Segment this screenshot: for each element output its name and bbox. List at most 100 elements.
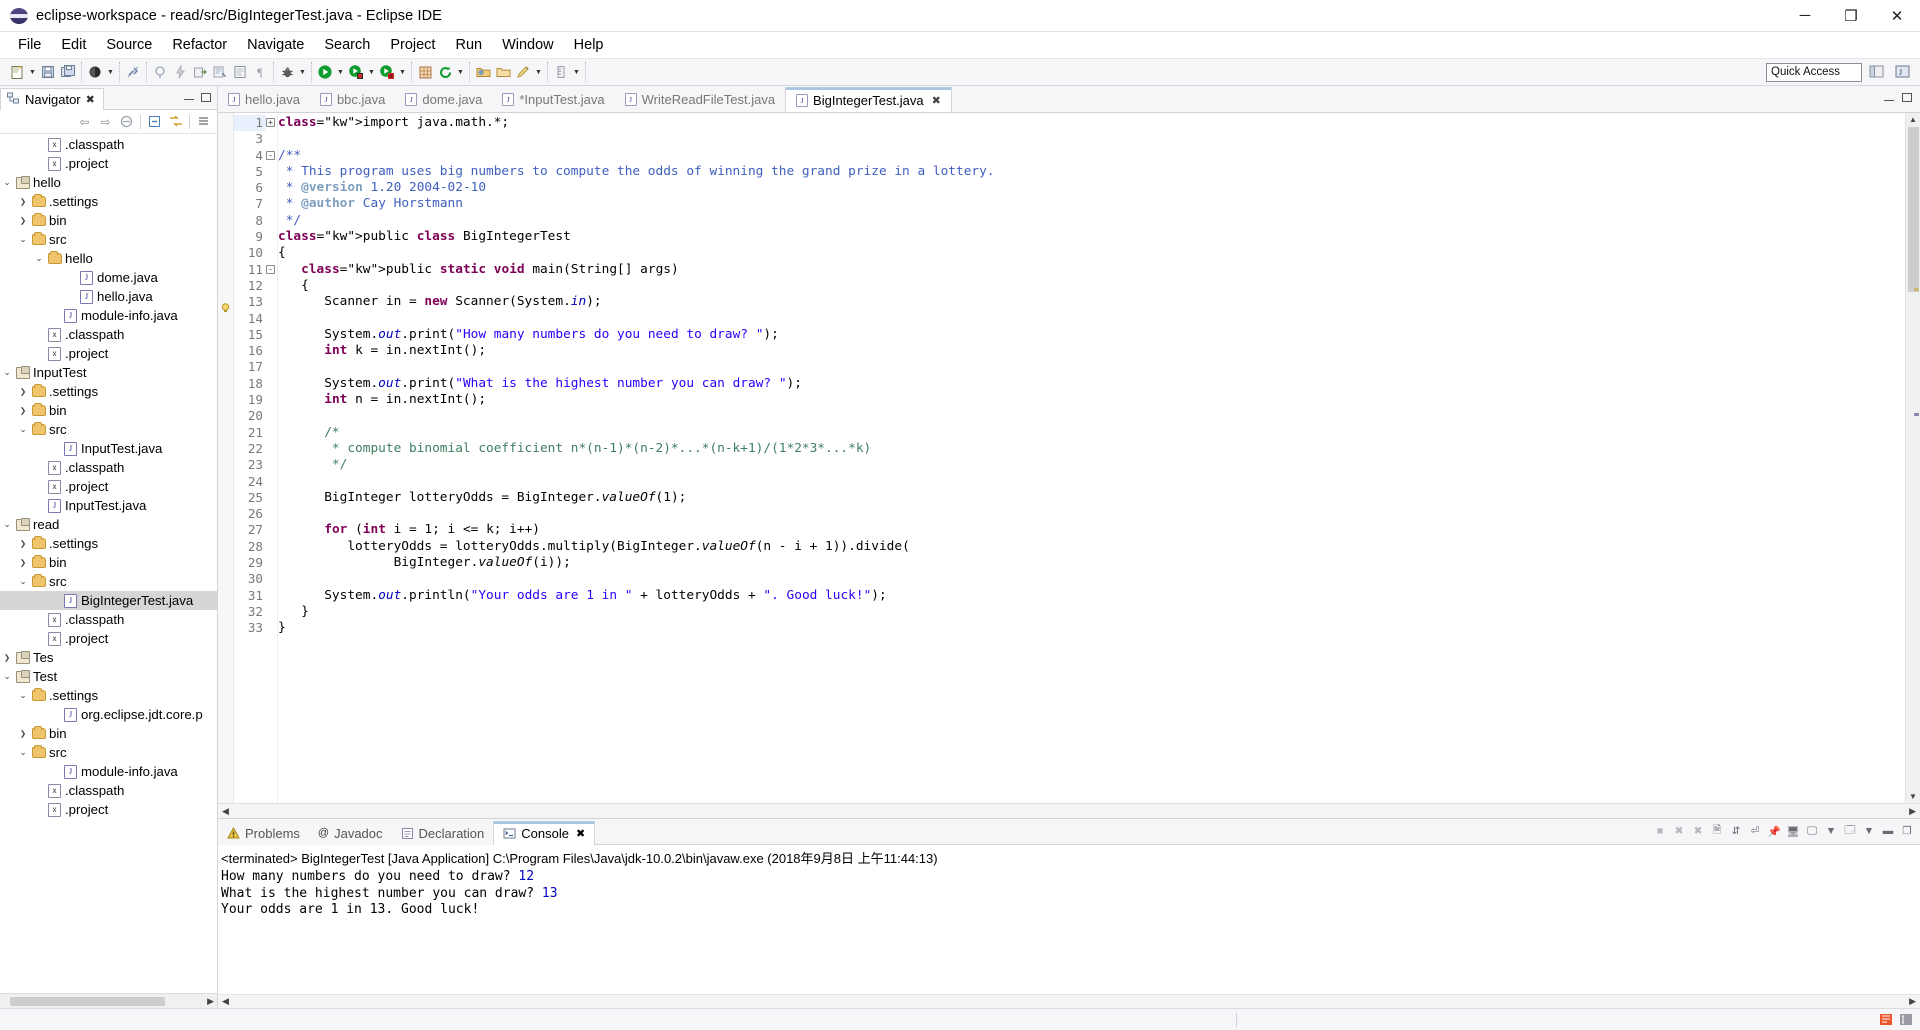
tree-item[interactable]: ❯ bin bbox=[0, 553, 217, 572]
tree-item[interactable]: ⌄ hello bbox=[0, 249, 217, 268]
ruler-icon[interactable] bbox=[551, 62, 571, 82]
navigator-minimize-icon[interactable] bbox=[184, 94, 194, 100]
debug-bug-icon[interactable] bbox=[277, 62, 297, 82]
console-output[interactable]: How many numbers do you need to draw? 12… bbox=[218, 869, 1920, 994]
fold-toggle-icon[interactable]: + bbox=[266, 118, 275, 127]
tree-item[interactable]: x .classpath bbox=[0, 610, 217, 629]
twisty-collapsed-icon[interactable]: ❯ bbox=[16, 558, 30, 567]
build-icon[interactable] bbox=[210, 62, 230, 82]
tree-item[interactable]: x .project bbox=[0, 344, 217, 363]
edit-pencil-icon[interactable] bbox=[513, 62, 533, 82]
tree-item[interactable]: x .classpath bbox=[0, 458, 217, 477]
open-folder-icon[interactable] bbox=[473, 62, 493, 82]
editor-tab[interactable]: Jhello.java bbox=[218, 87, 310, 112]
tree-item[interactable]: ⌄ .settings bbox=[0, 686, 217, 705]
tree-item[interactable]: ⌄ Test bbox=[0, 667, 217, 686]
tree-item[interactable]: x .project bbox=[0, 800, 217, 819]
editor-tab[interactable]: J BigIntegerTest.java ✖ bbox=[785, 87, 952, 112]
twisty-expanded-icon[interactable]: ⌄ bbox=[32, 253, 46, 264]
editor-vscroll-thumb[interactable] bbox=[1908, 127, 1919, 292]
tab-navigator[interactable]: Navigator ✖ bbox=[0, 88, 104, 110]
twisty-collapsed-icon[interactable]: ❯ bbox=[16, 197, 30, 206]
tree-item[interactable]: ❯ bin bbox=[0, 401, 217, 420]
tree-item[interactable]: x .classpath bbox=[0, 781, 217, 800]
editor-maximize-icon[interactable] bbox=[1902, 93, 1912, 102]
collapse-all-icon[interactable] bbox=[145, 112, 164, 131]
tree-item[interactable]: ⌄ src bbox=[0, 230, 217, 249]
quickfix-bulb-icon[interactable] bbox=[221, 300, 230, 312]
terminate-icon[interactable]: ■ bbox=[1651, 822, 1669, 840]
tree-item[interactable]: ❯ .settings bbox=[0, 382, 217, 401]
navigator-close-icon[interactable]: ✖ bbox=[86, 93, 95, 106]
lightning-icon[interactable] bbox=[170, 62, 190, 82]
display-selected-icon[interactable]: 🖥 bbox=[1784, 822, 1802, 840]
twisty-expanded-icon[interactable]: ⌄ bbox=[0, 177, 14, 188]
console-view-tab[interactable]: Console ✖ bbox=[493, 821, 596, 845]
twisty-collapsed-icon[interactable]: ❯ bbox=[16, 539, 30, 548]
debug-perspective-icon[interactable] bbox=[85, 62, 105, 82]
twisty-expanded-icon[interactable]: ⌄ bbox=[0, 367, 14, 378]
tree-item[interactable]: J InputTest.java bbox=[0, 439, 217, 458]
tree-item[interactable]: ❯ bin bbox=[0, 211, 217, 230]
tree-item[interactable]: ⌄ read bbox=[0, 515, 217, 534]
export-icon[interactable] bbox=[190, 62, 210, 82]
writable-icon[interactable] bbox=[1878, 1012, 1894, 1027]
refresh-icon[interactable] bbox=[435, 62, 455, 82]
console-view-tab[interactable]: Problems bbox=[218, 821, 309, 845]
console-view-tab[interactable]: @ Javadoc bbox=[309, 821, 392, 845]
minimize-icon[interactable]: ▬ bbox=[1879, 822, 1897, 840]
tree-item[interactable]: ⌄ InputTest bbox=[0, 363, 217, 382]
debug-dropdown-caret[interactable]: ▼ bbox=[105, 62, 116, 82]
navigator-hscroll-thumb[interactable] bbox=[10, 996, 165, 1006]
twisty-collapsed-icon[interactable]: ❯ bbox=[16, 216, 30, 225]
menu-source[interactable]: Source bbox=[96, 35, 162, 55]
twisty-collapsed-icon[interactable]: ❯ bbox=[16, 387, 30, 396]
open-console-dropdown[interactable]: ▼ bbox=[1822, 822, 1840, 840]
fold-toggle-icon[interactable]: - bbox=[266, 264, 275, 274]
navigator-hscrollbar[interactable]: ▶ bbox=[0, 993, 217, 1008]
tree-item[interactable]: Jorg.eclipse.jdt.core.p bbox=[0, 705, 217, 724]
tree-item[interactable]: ⌄ hello bbox=[0, 173, 217, 192]
editor-vscroll-down-arrow[interactable]: ▼ bbox=[1909, 792, 1917, 801]
tree-item[interactable]: ❯ .settings bbox=[0, 192, 217, 211]
twisty-expanded-icon[interactable]: ⌄ bbox=[16, 234, 30, 245]
menu-search[interactable]: Search bbox=[314, 35, 380, 55]
editor-tab[interactable]: J *InputTest.java bbox=[492, 87, 615, 112]
menu-run[interactable]: Run bbox=[445, 35, 492, 55]
tree-item[interactable]: x .project bbox=[0, 629, 217, 648]
menu-edit[interactable]: Edit bbox=[51, 35, 96, 55]
twisty-expanded-icon[interactable]: ⌄ bbox=[16, 576, 30, 587]
maximize-button[interactable]: ❐ bbox=[1828, 0, 1874, 32]
twisty-collapsed-icon[interactable]: ❯ bbox=[16, 406, 30, 415]
save-icon[interactable] bbox=[38, 62, 58, 82]
tree-item[interactable]: Jhello.java bbox=[0, 287, 217, 306]
link-with-editor-icon[interactable] bbox=[166, 112, 185, 131]
twisty-expanded-icon[interactable]: ⌄ bbox=[0, 671, 14, 682]
code-editor[interactable]: 1 +3 4-5 6 7 8 9 10 11-12 13 14 15 16 17 18 19 20 21 22 23 2… bbox=[218, 113, 1920, 803]
navigator-tree[interactable]: x .classpath x .project ⌄ hello ❯ .settings ❯ bin… bbox=[0, 134, 217, 993]
forward-arrow-icon[interactable]: ⇨ bbox=[96, 112, 115, 131]
console-tab-close-icon[interactable]: ✖ bbox=[576, 827, 585, 840]
console-view-tab[interactable]: Declaration bbox=[392, 821, 494, 845]
twisty-collapsed-icon[interactable]: ❯ bbox=[0, 653, 14, 662]
tree-item[interactable]: x .classpath bbox=[0, 135, 217, 154]
tree-item[interactable]: ❯ .settings bbox=[0, 534, 217, 553]
menu-file[interactable]: File bbox=[8, 35, 51, 55]
clear-console-icon[interactable]: 🗎 bbox=[1708, 822, 1726, 840]
run-icon[interactable] bbox=[315, 62, 335, 82]
insert-mode-icon[interactable] bbox=[1898, 1012, 1914, 1027]
tree-item[interactable]: ⌄ src bbox=[0, 420, 217, 439]
twisty-expanded-icon[interactable]: ⌄ bbox=[16, 424, 30, 435]
pencil-dropdown-caret[interactable]: ▼ bbox=[533, 62, 544, 82]
tree-item[interactable]: ❯ bin bbox=[0, 724, 217, 743]
open-type-icon[interactable] bbox=[493, 62, 513, 82]
fold-toggle-icon[interactable]: - bbox=[266, 150, 275, 160]
java-perspective-icon[interactable]: J bbox=[1892, 62, 1914, 82]
profile-dropdown-caret[interactable]: ▼ bbox=[397, 62, 408, 82]
tree-item[interactable]: ⌄ src bbox=[0, 572, 217, 591]
twisty-expanded-icon[interactable]: ⌄ bbox=[16, 747, 30, 758]
new-wizard-icon[interactable] bbox=[7, 62, 27, 82]
new-dropdown-caret[interactable]: ▼ bbox=[27, 62, 38, 82]
scroll-lock-icon[interactable]: ⇵ bbox=[1727, 822, 1745, 840]
save-all-icon[interactable] bbox=[58, 62, 78, 82]
